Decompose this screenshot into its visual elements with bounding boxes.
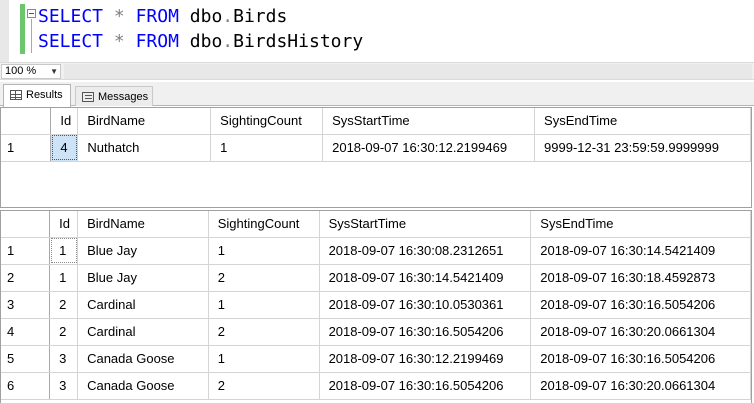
column-header[interactable]: SightingCount	[208, 211, 320, 238]
column-header[interactable]: SightingCount	[210, 108, 324, 135]
table-cell[interactable]: 2	[208, 318, 320, 346]
table-cell[interactable]: 2018-09-07 16:30:14.5421409	[319, 264, 532, 292]
row-header-corner[interactable]	[1, 108, 52, 135]
results-table: Id BirdName SightingCount SysStartTime S…	[1, 108, 751, 162]
table-cell[interactable]: 2	[49, 318, 79, 346]
table-cell[interactable]: 2018-09-07 16:30:20.0661304	[530, 372, 751, 400]
table-cell[interactable]: 2	[208, 372, 320, 400]
messages-icon	[82, 92, 94, 102]
table-cell[interactable]: 2018-09-07 16:30:16.5054206	[530, 345, 751, 373]
table-row[interactable]: 1 4 Nuthatch 1 2018-09-07 16:30:12.21994…	[1, 134, 751, 162]
tab-label: Messages	[98, 91, 149, 103]
header-row: Id BirdName SightingCount SysStartTime S…	[1, 108, 751, 135]
header-row: Id BirdName SightingCount SysStartTime S…	[1, 211, 751, 238]
table-cell[interactable]: 2018-09-07 16:30:12.2199469	[322, 134, 536, 162]
table-row[interactable]: 2 1 Blue Jay 2 2018-09-07 16:30:14.54214…	[1, 264, 751, 292]
horizontal-scrollbar[interactable]	[64, 64, 752, 79]
column-header[interactable]: BirdName	[77, 211, 209, 238]
results-grid[interactable]: Id BirdName SightingCount SysStartTime S…	[0, 107, 752, 208]
table-cell[interactable]: 2018-09-07 16:30:10.0530361	[319, 291, 532, 319]
table-cell[interactable]: 4	[50, 134, 79, 162]
sql-keyword: SELECT	[38, 31, 104, 52]
sql-keyword: FROM	[135, 31, 179, 52]
table-row[interactable]: 4 2 Cardinal 2 2018-09-07 16:30:16.50542…	[1, 318, 751, 346]
dropdown-arrow-icon[interactable]: ▼	[50, 65, 58, 78]
grid-icon	[10, 90, 22, 100]
table-cell[interactable]: 2	[49, 291, 79, 319]
table-cell[interactable]: Canada Goose	[77, 372, 209, 400]
table-row[interactable]: 5 3 Canada Goose 1 2018-09-07 16:30:12.2…	[1, 345, 751, 373]
editor-margin	[0, 0, 9, 62]
table-cell[interactable]: 1	[208, 345, 320, 373]
table-cell[interactable]: 1	[49, 237, 79, 265]
editor-status-strip: 100 % ▼	[0, 62, 754, 80]
table-cell[interactable]: 2018-09-07 16:30:16.5054206	[319, 318, 532, 346]
code-line[interactable]: SELECT * FROM dbo.BirdsHistory	[38, 30, 363, 54]
collapse-icon[interactable]	[27, 9, 36, 18]
table-cell[interactable]: 2	[208, 264, 320, 292]
column-header[interactable]: SysEndTime	[530, 211, 751, 238]
table-cell[interactable]: Nuthatch	[77, 134, 212, 162]
column-header[interactable]: Id	[50, 108, 79, 135]
table-cell[interactable]: Blue Jay	[77, 264, 209, 292]
results-table: Id BirdName SightingCount SysStartTime S…	[1, 211, 751, 400]
sql-identifier: dbo	[189, 6, 223, 27]
table-cell[interactable]: 2018-09-07 16:30:08.2312651	[319, 237, 532, 265]
sql-operator: .	[222, 31, 234, 52]
sql-operator: .	[222, 6, 234, 27]
table-cell[interactable]: 1	[210, 134, 324, 162]
row-header-corner[interactable]	[1, 211, 51, 238]
row-number[interactable]: 6	[1, 372, 51, 400]
table-cell[interactable]: Blue Jay	[77, 237, 209, 265]
row-number[interactable]: 3	[1, 291, 51, 319]
table-cell[interactable]: Canada Goose	[77, 345, 209, 373]
row-number[interactable]: 5	[1, 345, 51, 373]
column-header[interactable]: Id	[49, 211, 79, 238]
zoom-value: 100 %	[5, 65, 37, 77]
table-row[interactable]: 3 2 Cardinal 1 2018-09-07 16:30:10.05303…	[1, 291, 751, 319]
table-cell[interactable]: 1	[208, 291, 320, 319]
table-cell[interactable]: 2018-09-07 16:30:16.5054206	[319, 372, 532, 400]
column-header[interactable]: SysEndTime	[534, 108, 751, 135]
table-cell[interactable]: 2018-09-07 16:30:20.0661304	[530, 318, 751, 346]
table-cell[interactable]: 3	[49, 345, 79, 373]
column-header[interactable]: BirdName	[77, 108, 212, 135]
zoom-select[interactable]: 100 % ▼	[1, 64, 61, 79]
row-number[interactable]: 2	[1, 264, 51, 292]
sql-operator: *	[113, 6, 125, 27]
code-line[interactable]: SELECT * FROM dbo.Birds	[38, 5, 287, 29]
table-cell[interactable]: 2018-09-07 16:30:18.4592873	[530, 264, 751, 292]
table-cell[interactable]: 2018-09-07 16:30:14.5421409	[530, 237, 751, 265]
outline-line	[31, 19, 32, 53]
row-number[interactable]: 4	[1, 318, 51, 346]
query-editor[interactable]: SELECT * FROM dbo.Birds SELECT * FROM db…	[0, 0, 754, 62]
table-row[interactable]: 1 1 Blue Jay 1 2018-09-07 16:30:08.23126…	[1, 237, 751, 265]
table-cell[interactable]: Cardinal	[77, 291, 209, 319]
table-cell[interactable]: Cardinal	[77, 318, 209, 346]
table-cell[interactable]: 2018-09-07 16:30:12.2199469	[319, 345, 532, 373]
tab-results[interactable]: Results	[3, 84, 71, 107]
table-cell[interactable]: 1	[49, 264, 79, 292]
row-number[interactable]: 1	[1, 134, 52, 162]
column-header[interactable]: SysStartTime	[322, 108, 536, 135]
sql-identifier: BirdsHistory	[233, 31, 364, 52]
sql-identifier: Birds	[233, 6, 288, 27]
results-tab-strip: Results Messages	[0, 82, 754, 107]
tab-label: Results	[26, 89, 63, 101]
results-grid[interactable]: Id BirdName SightingCount SysStartTime S…	[0, 210, 752, 403]
sql-keyword: SELECT	[38, 6, 104, 27]
tab-messages[interactable]: Messages	[75, 86, 153, 106]
table-cell[interactable]: 9999-12-31 23:59:59.9999999	[534, 134, 751, 162]
column-header[interactable]: SysStartTime	[319, 211, 532, 238]
table-cell[interactable]: 2018-09-07 16:30:16.5054206	[530, 291, 751, 319]
sql-identifier: dbo	[189, 31, 223, 52]
table-cell[interactable]: 1	[208, 237, 320, 265]
sql-keyword: FROM	[135, 6, 179, 27]
change-tracking-bar	[20, 4, 25, 54]
table-row[interactable]: 6 3 Canada Goose 2 2018-09-07 16:30:16.5…	[1, 372, 751, 400]
sql-operator: *	[113, 31, 125, 52]
table-cell[interactable]: 3	[49, 372, 79, 400]
row-number[interactable]: 1	[1, 237, 51, 265]
